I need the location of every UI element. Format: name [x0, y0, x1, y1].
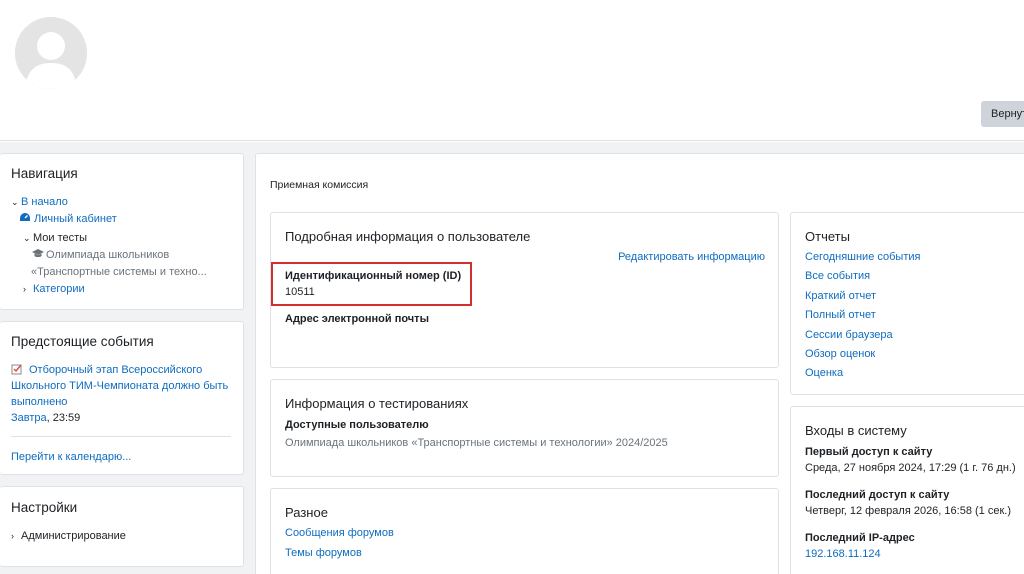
event-date-link[interactable]: Завтра	[11, 412, 47, 424]
assignment-icon	[11, 364, 22, 375]
last-access-label: Последний доступ к сайту	[805, 489, 950, 501]
misc-card: Разное Сообщения форумов Темы форумов	[270, 488, 779, 574]
report-sessions-link[interactable]: Сессии браузера	[805, 328, 893, 342]
settings-block: Настройки › Администрирование	[0, 486, 244, 567]
event-time: , 23:59	[46, 412, 81, 424]
avatar[interactable]	[15, 17, 87, 89]
user-avatar-icon	[15, 17, 87, 89]
calendar-link[interactable]: Перейти к календарю...	[11, 450, 131, 464]
report-grades-overview-link[interactable]: Обзор оценок	[805, 347, 875, 361]
upcoming-events-block: Предстоящие события Отборочный этап Всер…	[0, 321, 244, 475]
report-all-link[interactable]: Все события	[805, 269, 870, 283]
nav-item-categories[interactable]: › Категории	[23, 282, 85, 296]
main-region: Приемная комиссия Подробная информация о…	[255, 153, 1024, 574]
nav-dashboard-label[interactable]: Личный кабинет	[34, 213, 117, 225]
logins-card: Входы в систему Первый доступ к сайту Ср…	[790, 406, 1024, 574]
tests-info-card: Информация о тестированиях Доступные пол…	[270, 379, 779, 477]
dashboard-icon	[20, 213, 30, 221]
nav-item-home[interactable]: ⌄ В начало	[11, 195, 68, 209]
nav-item-course[interactable]: Олимпиада школьников	[31, 248, 169, 262]
logins-title: Входы в систему	[805, 423, 907, 438]
chevron-down-icon: ⌄	[11, 197, 19, 207]
navigation-block: Навигация ⌄ В начало Личный кабинет ⌄ Мои …	[0, 153, 244, 310]
available-label: Доступные пользователю	[285, 419, 429, 431]
first-access-value: Среда, 27 ноября 2024, 17:29 (1 г. 76 дн…	[805, 462, 1016, 474]
tests-info-title: Информация о тестированиях	[285, 396, 469, 411]
settings-admin-label[interactable]: Администрирование	[21, 530, 126, 542]
report-grade-link[interactable]: Оценка	[805, 366, 843, 380]
settings-title: Настройки	[11, 500, 78, 515]
nav-course-line2[interactable]: «Транспортные системы и техно...	[31, 265, 207, 279]
event-line2[interactable]: Школьного ТИМ-Чемпионата должно быть	[11, 379, 228, 393]
settings-item-admin[interactable]: › Администрирование	[11, 529, 126, 543]
nav-categories-label[interactable]: Категории	[33, 283, 85, 295]
nav-course-line1[interactable]: Олимпиада школьников	[46, 249, 169, 261]
event-line1[interactable]: Отборочный этап Всероссийского	[29, 364, 202, 376]
breadcrumb[interactable]: Приемная комиссия	[270, 178, 368, 192]
id-highlight-box	[271, 262, 472, 306]
nav-item-my-courses[interactable]: ⌄ Мои тесты	[23, 231, 87, 245]
chevron-right-icon: ›	[23, 284, 26, 294]
nav-item-dashboard[interactable]: Личный кабинет	[19, 212, 117, 226]
navigation-title: Навигация	[11, 166, 78, 181]
report-today-link[interactable]: Сегодняшние события	[805, 250, 920, 264]
profile-header: Вернут	[0, 0, 1024, 141]
nav-home-label[interactable]: В начало	[21, 196, 68, 208]
forum-posts-link[interactable]: Сообщения форумов	[285, 526, 394, 540]
user-details-title: Подробная информация о пользователе	[285, 229, 531, 244]
events-title: Предстоящие события	[11, 334, 154, 349]
reports-card: Отчеты Сегодняшние события Все события К…	[790, 212, 1024, 395]
event-item[interactable]: Отборочный этап Всероссийского	[11, 363, 202, 377]
return-button[interactable]: Вернут	[981, 101, 1024, 127]
last-ip-value[interactable]: 192.168.11.124	[805, 547, 881, 561]
forum-topics-link[interactable]: Темы форумов	[285, 546, 362, 560]
chevron-down-icon: ⌄	[23, 233, 31, 243]
report-brief-link[interactable]: Краткий отчет	[805, 289, 876, 303]
chevron-right-icon: ›	[11, 531, 14, 541]
nav-my-courses-label: Мои тесты	[33, 232, 88, 244]
last-access-value: Четверг, 12 февраля 2026, 16:58 (1 сек.)	[805, 505, 1011, 517]
reports-title: Отчеты	[805, 229, 850, 244]
graduation-cap-icon	[32, 249, 44, 258]
report-full-link[interactable]: Полный отчет	[805, 308, 876, 322]
edit-profile-link[interactable]: Редактировать информацию	[618, 250, 765, 264]
email-label: Адрес электронной почты	[285, 313, 429, 325]
last-ip-label: Последний IP-адрес	[805, 532, 915, 544]
event-date: Завтра, 23:59	[11, 411, 80, 425]
first-access-label: Первый доступ к сайту	[805, 446, 933, 458]
divider	[11, 436, 231, 437]
available-course: Олимпиада школьников «Транспортные систе…	[285, 437, 668, 449]
misc-title: Разное	[285, 505, 328, 520]
event-line3[interactable]: выполнено	[11, 395, 67, 409]
